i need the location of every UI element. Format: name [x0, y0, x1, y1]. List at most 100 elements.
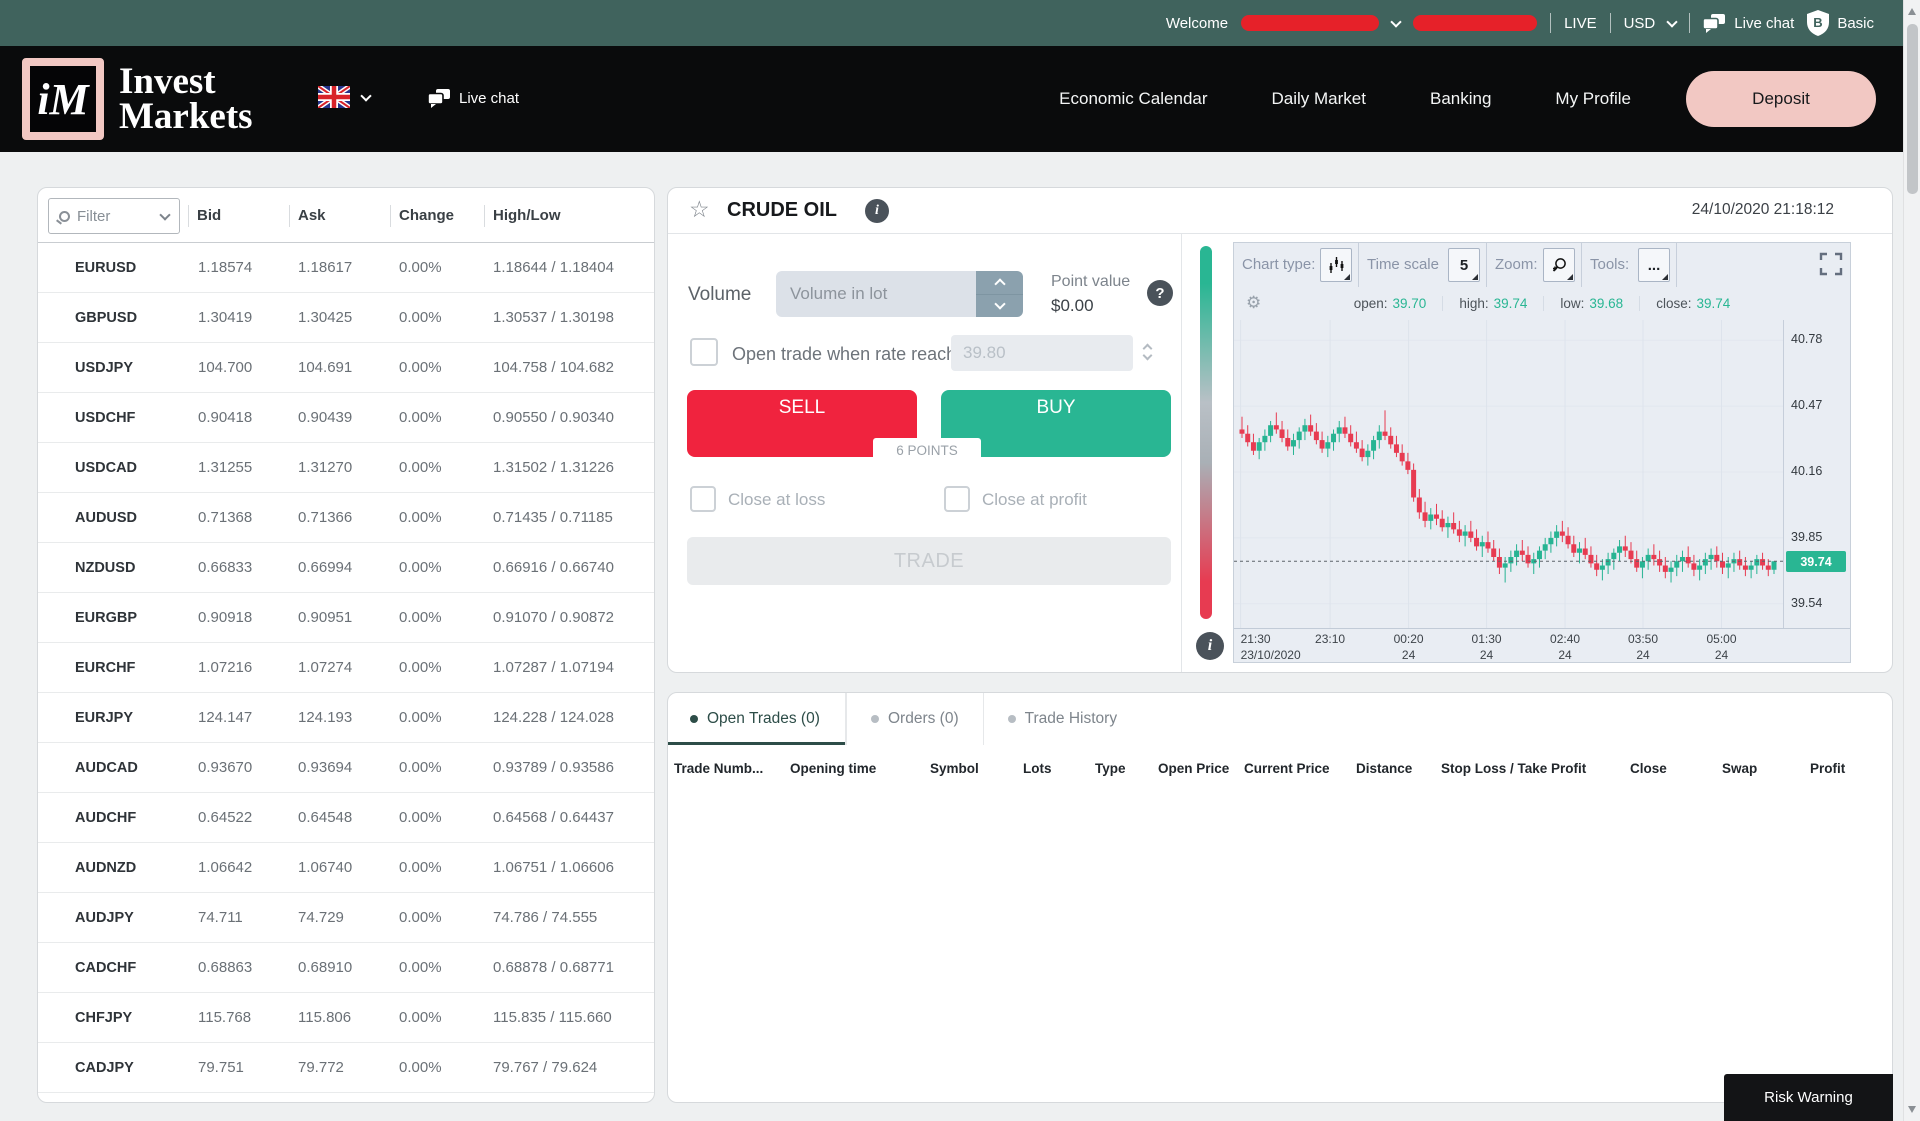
account-level-badge[interactable]: B Basic	[1807, 10, 1874, 36]
nav-daily-market[interactable]: Daily Market	[1272, 89, 1366, 109]
time-scale-button[interactable]: 5	[1448, 248, 1480, 282]
positions-tabs: Open Trades (0) Orders (0) Trade History	[668, 693, 1892, 745]
main-nav: Economic Calendar Daily Market Banking M…	[1059, 46, 1631, 152]
watchlist-row[interactable]: EURCHF1.072161.072740.00%1.07287 / 1.071…	[38, 643, 654, 693]
rate-stepper[interactable]	[1137, 337, 1157, 369]
scrollbar-up-arrow[interactable]	[1908, 8, 1916, 15]
main-header: iM Invest Markets Live chat	[0, 46, 1920, 152]
favorite-star-icon[interactable]: ☆	[689, 196, 710, 223]
column-header-bid: Bid	[197, 207, 221, 224]
volume-decrement-button[interactable]	[976, 295, 1023, 318]
column-header-ask: Ask	[298, 207, 326, 224]
account-chevron-down-icon[interactable]	[1390, 16, 1401, 27]
symbol-cell: CADCHF	[38, 960, 198, 976]
watchlist-header: Bid Ask Change High/Low	[38, 188, 654, 243]
ohlc-label: low:	[1560, 296, 1584, 311]
filter-input[interactable]	[77, 208, 141, 225]
tab-trade-history[interactable]: Trade History	[983, 693, 1141, 745]
watchlist-row[interactable]: USDJPY104.700104.6910.00%104.758 / 104.6…	[38, 343, 654, 393]
live-chat-button[interactable]: Live chat	[1703, 14, 1794, 33]
chart-type-button[interactable]	[1320, 248, 1352, 282]
instrument-info-icon[interactable]: i	[865, 199, 889, 223]
watchlist-row[interactable]: AUDNZD1.066421.067400.00%1.06751 / 1.066…	[38, 843, 654, 893]
brand-logo[interactable]: iM Invest Markets	[22, 58, 253, 140]
high-low-cell: 0.71435 / 0.71185	[493, 509, 654, 526]
watchlist-row[interactable]: AUDCAD0.936700.936940.00%0.93789 / 0.935…	[38, 743, 654, 793]
bid-cell: 0.66833	[198, 559, 298, 576]
ask-cell: 1.30425	[298, 309, 399, 326]
symbol-cell: AUDUSD	[38, 510, 198, 526]
risk-warning-banner[interactable]: Risk Warning	[1724, 1074, 1893, 1121]
currency-select[interactable]: USD	[1624, 15, 1656, 32]
candlestick-chart[interactable]	[1234, 320, 1783, 628]
close-at-profit-checkbox[interactable]	[944, 486, 970, 512]
watchlist-row[interactable]: EURUSD1.185741.186170.00%1.18644 / 1.184…	[38, 243, 654, 293]
change-cell: 0.00%	[399, 959, 493, 976]
close-at-profit-label: Close at profit	[982, 490, 1087, 510]
volume-input[interactable]	[776, 271, 976, 317]
account-level-label: Basic	[1837, 15, 1874, 32]
positions-empty-body	[668, 791, 1892, 1101]
high-low-cell: 1.06751 / 1.06606	[493, 859, 654, 876]
watchlist-row[interactable]: GBPUSD1.304191.304250.00%1.30537 / 1.301…	[38, 293, 654, 343]
watchlist-row[interactable]: CADCHF0.688630.689100.00%0.68878 / 0.687…	[38, 943, 654, 993]
rate-reach-checkbox[interactable]	[690, 338, 718, 366]
time-tick-label: 21:3023/10/2020	[1241, 632, 1301, 663]
help-icon[interactable]: ?	[1147, 280, 1173, 306]
trade-submit-button[interactable]: TRADE	[687, 537, 1171, 585]
currency-chevron-down-icon[interactable]	[1667, 16, 1678, 27]
fullscreen-icon	[1819, 252, 1843, 276]
symbol-cell: CADJPY	[38, 1060, 198, 1076]
rate-decrement-icon	[1142, 350, 1152, 360]
symbol-cell: AUDJPY	[38, 910, 198, 926]
watchlist-row[interactable]: EURJPY124.147124.1930.00%124.228 / 124.0…	[38, 693, 654, 743]
volume-increment-button[interactable]	[976, 271, 1023, 295]
watchlist-row[interactable]: USDCHF0.904180.904390.00%0.90550 / 0.903…	[38, 393, 654, 443]
brand-monogram: iM	[22, 58, 104, 140]
change-cell: 0.00%	[399, 659, 493, 676]
scrollbar-down-arrow[interactable]	[1908, 1106, 1916, 1113]
divider	[1550, 13, 1551, 33]
bid-cell: 1.18574	[198, 259, 298, 276]
tab-orders[interactable]: Orders (0)	[846, 693, 983, 745]
chart-settings-gear-icon[interactable]: ⚙	[1246, 293, 1261, 313]
ask-cell: 0.93694	[298, 759, 399, 776]
column-header: Open Price	[1158, 761, 1244, 776]
tools-button[interactable]: ...	[1638, 248, 1670, 282]
symbol-cell: AUDNZD	[38, 860, 198, 876]
watchlist-row[interactable]: CHFJPY115.768115.8060.00%115.835 / 115.6…	[38, 993, 654, 1043]
watchlist-row[interactable]: AUDUSD0.713680.713660.00%0.71435 / 0.711…	[38, 493, 654, 543]
tab-open-trades[interactable]: Open Trades (0)	[668, 693, 846, 745]
symbol-cell: CHFJPY	[38, 1010, 198, 1026]
watchlist-panel: Bid Ask Change High/Low EURUSD1.185741.1…	[37, 187, 655, 1103]
zoom-button[interactable]	[1543, 248, 1575, 282]
filter-dropdown[interactable]	[48, 198, 180, 234]
scrollbar-thumb[interactable]	[1907, 24, 1918, 194]
chart-info-icon[interactable]: i	[1196, 632, 1224, 660]
nav-economic-calendar[interactable]: Economic Calendar	[1059, 89, 1207, 109]
fullscreen-button[interactable]	[1819, 252, 1843, 280]
nav-my-profile[interactable]: My Profile	[1555, 89, 1631, 109]
deposit-button[interactable]: Deposit	[1686, 71, 1876, 127]
nav-banking[interactable]: Banking	[1430, 89, 1491, 109]
redacted-username[interactable]	[1241, 15, 1379, 31]
filter-chevron-down-icon[interactable]	[159, 209, 170, 220]
bid-cell: 0.68863	[198, 959, 298, 976]
price-tick-label: 39.54	[1791, 596, 1822, 610]
watchlist-row[interactable]: EURGBP0.909180.909510.00%0.91070 / 0.908…	[38, 593, 654, 643]
language-selector[interactable]	[318, 86, 370, 108]
rate-reach-input[interactable]	[951, 335, 1133, 371]
close-at-loss-checkbox[interactable]	[690, 486, 716, 512]
bid-cell: 0.64522	[198, 809, 298, 826]
point-value-label: Point value	[1051, 273, 1130, 291]
change-cell: 0.00%	[399, 909, 493, 926]
watchlist-row[interactable]: CADJPY79.75179.7720.00%79.767 / 79.624	[38, 1043, 654, 1093]
candlestick-icon	[1328, 257, 1345, 274]
trade-panel: ☆ CRUDE OIL i 24/10/2020 21:18:12 Volume…	[667, 187, 1893, 673]
watchlist-row[interactable]: NZDUSD0.668330.669940.00%0.66916 / 0.667…	[38, 543, 654, 593]
watchlist-row[interactable]: USDCAD1.312551.312700.00%1.31502 / 1.312…	[38, 443, 654, 493]
header-live-chat-button[interactable]: Live chat	[428, 89, 519, 108]
ask-cell: 0.90951	[298, 609, 399, 626]
watchlist-row[interactable]: AUDJPY74.71174.7290.00%74.786 / 74.555	[38, 893, 654, 943]
watchlist-row[interactable]: AUDCHF0.645220.645480.00%0.64568 / 0.644…	[38, 793, 654, 843]
